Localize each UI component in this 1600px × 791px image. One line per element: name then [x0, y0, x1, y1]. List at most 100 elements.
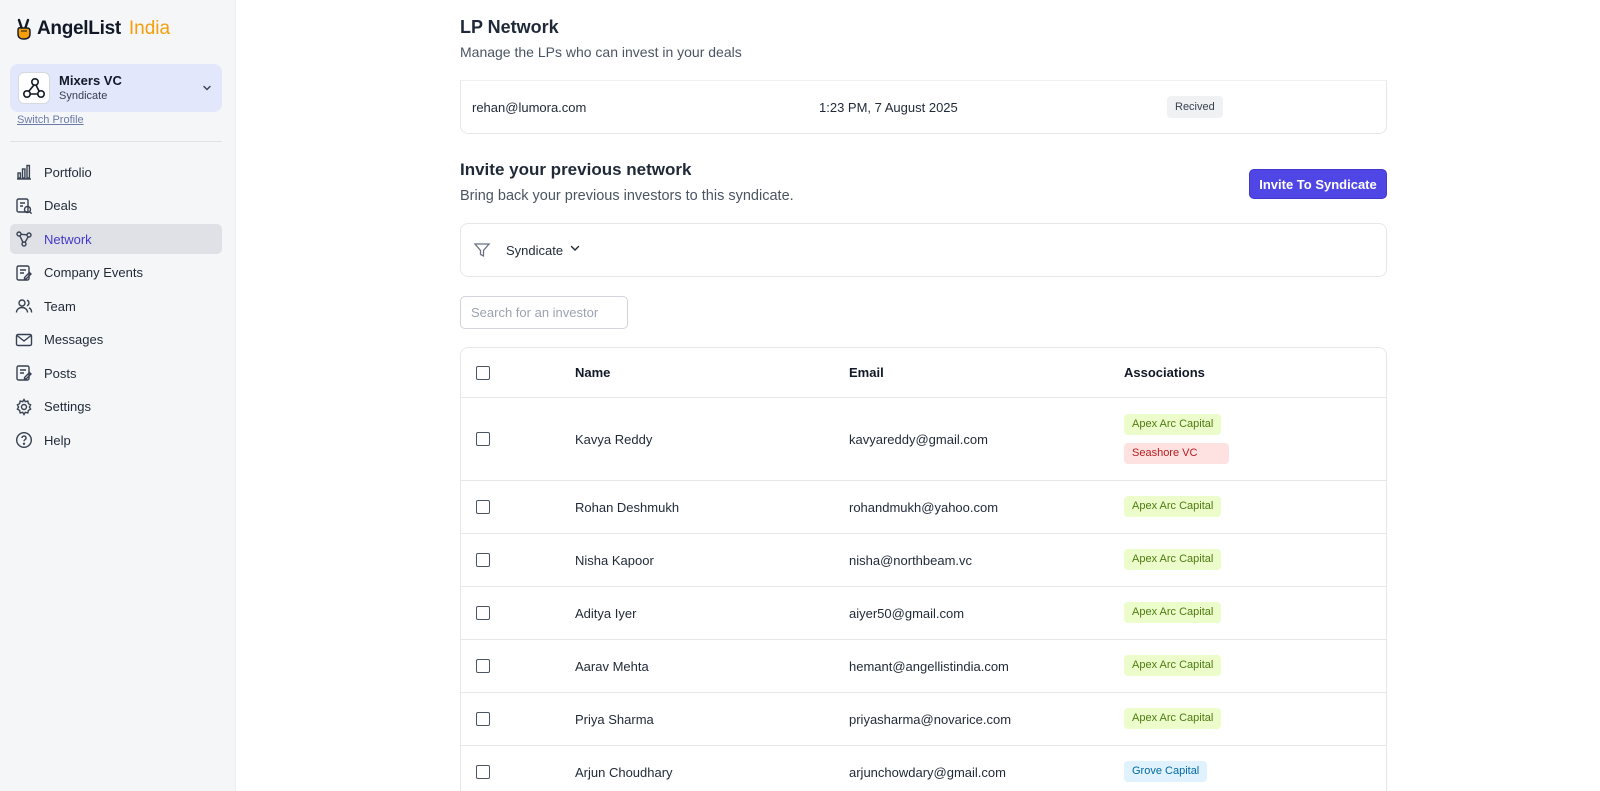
- sidebar-item-help[interactable]: Help: [10, 425, 222, 455]
- syndicate-logo-icon: [22, 77, 46, 99]
- association-tag: Grove Capital: [1124, 761, 1208, 782]
- filter-bar: Syndicate: [460, 223, 1387, 277]
- investor-name: Aditya Iyer: [575, 606, 637, 621]
- divider: [10, 141, 222, 142]
- sidebar-item-deals[interactable]: Deals: [10, 191, 222, 221]
- investor-email: rohandmukh@yahoo.com: [849, 500, 999, 515]
- filter-selected-value: Syndicate: [506, 242, 564, 258]
- sidebar-item-label: Settings: [44, 399, 91, 414]
- gear-icon: [15, 397, 33, 416]
- investor-email: arjunchowdary@gmail.com: [849, 765, 1006, 780]
- row-checkbox[interactable]: [476, 432, 490, 446]
- sidebar-item-label: Deals: [44, 198, 78, 213]
- association-tags: Apex Arc Capital Seashore VC: [1124, 414, 1229, 464]
- association-tags: Apex Arc Capital: [1124, 549, 1222, 570]
- association-tag: Seashore VC: [1124, 443, 1229, 464]
- investor-email: aiyer50@gmail.com: [849, 606, 965, 621]
- invite-section-subtitle: Bring back your previous investors to th…: [460, 188, 794, 204]
- mail-icon: [15, 331, 33, 349]
- association-tags: Apex Arc Capital: [1124, 602, 1222, 623]
- page-title: LP Network: [460, 17, 559, 37]
- network-icon: [15, 230, 33, 248]
- table-row[interactable]: Kavya Reddy kavyareddy@gmail.com Apex Ar…: [461, 398, 1386, 481]
- row-checkbox[interactable]: [476, 712, 490, 726]
- brand-logo[interactable]: AngelList India: [15, 18, 170, 40]
- table-row[interactable]: Arjun Choudhary arjunchowdary@gmail.com …: [461, 746, 1386, 791]
- avatar: [18, 72, 50, 104]
- sidebar-item-settings[interactable]: Settings: [10, 392, 222, 422]
- association-tags: Grove Capital: [1124, 761, 1208, 782]
- table-row[interactable]: Aditya Iyer aiyer50@gmail.com Apex Arc C…: [461, 587, 1386, 640]
- sidebar-nav: Portfolio Deals Network Company Events T…: [10, 157, 222, 459]
- association-tag: Apex Arc Capital: [1124, 414, 1222, 435]
- bar-chart-icon: [15, 163, 33, 181]
- invite-to-syndicate-button[interactable]: Invite To Syndicate: [1249, 169, 1387, 199]
- investor-name: Priya Sharma: [575, 712, 654, 727]
- help-icon: [15, 431, 33, 449]
- table-row[interactable]: Rohan Deshmukh rohandmukh@yahoo.com Apex…: [461, 481, 1386, 534]
- profile-switcher[interactable]: Mixers VC Syndicate: [10, 64, 222, 112]
- sidebar-item-label: Portfolio: [44, 164, 92, 180]
- sidebar-item-label: Team: [44, 298, 76, 314]
- column-header-email[interactable]: Email: [849, 365, 884, 380]
- select-all-checkbox[interactable]: [476, 366, 490, 380]
- column-header-associations[interactable]: Associations: [1124, 365, 1205, 380]
- sidebar-item-portfolio[interactable]: Portfolio: [10, 157, 222, 187]
- sidebar: AngelList India Mixers VC Syndicate Switc…: [0, 0, 236, 791]
- received-invite-time: 1:23 PM, 7 August 2025: [819, 99, 958, 115]
- sidebar-item-messages[interactable]: Messages: [10, 325, 222, 355]
- association-tag: Apex Arc Capital: [1124, 496, 1222, 517]
- investor-name: Arjun Choudhary: [575, 765, 673, 780]
- switch-profile-link[interactable]: Switch Profile: [17, 114, 84, 126]
- sidebar-item-label: Help: [44, 432, 71, 448]
- association-tags: Apex Arc Capital: [1124, 708, 1222, 729]
- profile-name: Mixers VC: [59, 73, 122, 88]
- posts-icon: [15, 364, 33, 382]
- deals-icon: [15, 197, 33, 215]
- sidebar-item-team[interactable]: Team: [10, 291, 222, 321]
- sidebar-item-label: Posts: [44, 365, 77, 381]
- investor-name: Rohan Deshmukh: [575, 500, 680, 515]
- status-badge: Recived: [1167, 96, 1223, 118]
- sidebar-item-posts[interactable]: Posts: [10, 358, 222, 388]
- sidebar-item-label: Messages: [44, 332, 104, 347]
- column-header-name[interactable]: Name: [575, 365, 610, 380]
- table-row[interactable]: Nisha Kapoor nisha@northbeam.vc Apex Arc…: [461, 534, 1386, 587]
- investor-email: nisha@northbeam.vc: [849, 553, 973, 568]
- investors-table: Name Email Associations Kavya Reddy kavy…: [460, 347, 1387, 791]
- main-content: LP Network Manage the LPs who can invest…: [460, 0, 1387, 791]
- association-tag: Apex Arc Capital: [1124, 549, 1222, 570]
- association-tag: Apex Arc Capital: [1124, 602, 1222, 623]
- row-checkbox[interactable]: [476, 659, 490, 673]
- filter-icon: [473, 241, 491, 259]
- chevron-down-icon: [569, 241, 581, 259]
- row-checkbox[interactable]: [476, 553, 490, 567]
- sidebar-item-company-events[interactable]: Company Events: [10, 258, 222, 288]
- page-subtitle: Manage the LPs who can invest in your de…: [460, 44, 742, 60]
- received-invite-email: rehan@lumora.com: [472, 99, 587, 115]
- investor-email: priyasharma@novarice.com: [849, 712, 1012, 727]
- association-tags: Apex Arc Capital: [1124, 496, 1222, 517]
- chevron-down-icon: [200, 81, 214, 95]
- row-checkbox[interactable]: [476, 765, 490, 779]
- team-icon: [15, 297, 33, 315]
- row-checkbox[interactable]: [476, 500, 490, 514]
- sidebar-item-network[interactable]: Network: [10, 224, 222, 254]
- invite-section-title: Invite your previous network: [460, 160, 692, 179]
- association-tag: Apex Arc Capital: [1124, 655, 1222, 676]
- row-checkbox[interactable]: [476, 606, 490, 620]
- investor-name: Aarav Mehta: [575, 659, 649, 674]
- table-row[interactable]: Aarav Mehta hemant@angellistindia.com Ap…: [461, 640, 1386, 693]
- events-icon: [15, 264, 33, 282]
- syndicate-filter-dropdown[interactable]: Syndicate: [506, 241, 581, 259]
- table-row[interactable]: Priya Sharma priyasharma@novarice.com Ap…: [461, 693, 1386, 746]
- peace-hand-icon: [17, 18, 31, 40]
- association-tags: Apex Arc Capital: [1124, 655, 1222, 676]
- association-tag: Apex Arc Capital: [1124, 708, 1222, 729]
- investor-email: hemant@angellistindia.com: [849, 659, 1009, 674]
- brand-region: India: [128, 18, 171, 39]
- investor-name: Nisha Kapoor: [575, 553, 654, 568]
- search-input[interactable]: [460, 296, 628, 329]
- investor-email: kavyareddy@gmail.com: [849, 432, 988, 447]
- brand-name: AngelList: [37, 18, 121, 39]
